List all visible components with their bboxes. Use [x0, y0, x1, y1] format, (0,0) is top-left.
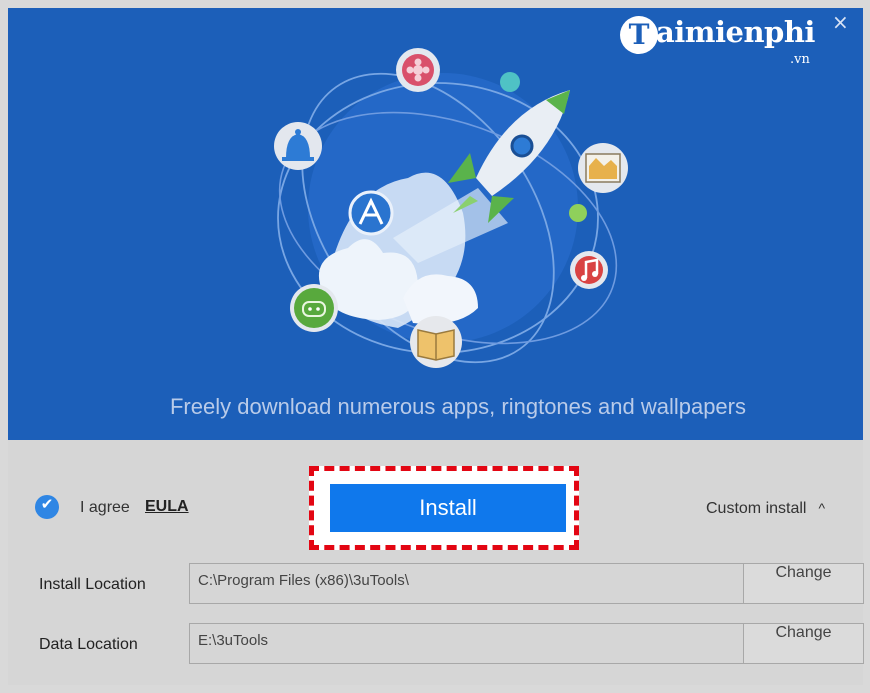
- video-icon: [578, 143, 628, 193]
- bell-icon: [274, 122, 322, 170]
- book-icon: [410, 316, 462, 368]
- robot-icon: [290, 284, 338, 332]
- install-highlight: Install: [309, 466, 579, 550]
- chevron-up-icon: ^: [818, 500, 826, 516]
- hero-banner: Freely download numerous apps, ringtones…: [8, 8, 863, 440]
- install-location-label: Install Location: [39, 576, 146, 593]
- install-location-field[interactable]: C:\Program Files (x86)\3uTools\: [189, 563, 745, 604]
- install-button[interactable]: Install: [330, 484, 566, 532]
- data-location-field[interactable]: E:\3uTools: [189, 623, 745, 664]
- agree-checkbox[interactable]: ✔: [35, 495, 59, 519]
- agree-label: I agree: [80, 499, 130, 516]
- data-location-change-button[interactable]: Change: [743, 623, 864, 664]
- app-store-icon: [348, 190, 394, 236]
- custom-install-label: Custom install: [706, 500, 807, 517]
- flower-icon: [396, 48, 440, 92]
- music-icon: [570, 251, 608, 289]
- close-button[interactable]: ×: [832, 10, 849, 34]
- taimienphi-logo: T aimienphi .vn: [620, 14, 830, 67]
- hero-illustration: [274, 48, 628, 368]
- teal-dot: [500, 72, 520, 92]
- eula-link[interactable]: EULA: [145, 498, 189, 516]
- green-dot: [569, 204, 587, 222]
- install-location-change-button[interactable]: Change: [743, 563, 864, 604]
- data-location-label: Data Location: [39, 636, 138, 653]
- logo-subtext: .vn: [790, 52, 810, 67]
- logo-text: aimienphi: [656, 15, 815, 49]
- hero-tagline: Freely download numerous apps, ringtones…: [169, 394, 746, 419]
- logo-mark: T: [620, 16, 658, 54]
- custom-install-toggle[interactable]: Custom install ^: [706, 500, 825, 518]
